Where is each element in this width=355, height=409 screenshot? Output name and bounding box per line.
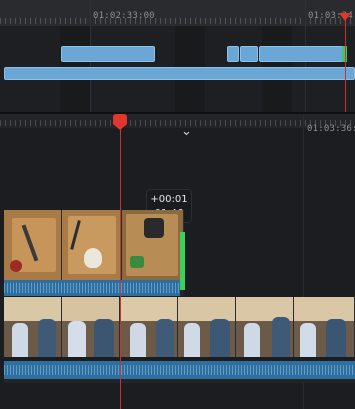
host-person (94, 319, 114, 357)
overview-playhead-marker[interactable] (339, 13, 351, 21)
detail-playhead-handle[interactable] (113, 114, 127, 124)
host-person (68, 321, 86, 357)
detail-timecode: 01:03:36:00 (307, 124, 355, 134)
chevron-down-icon[interactable]: ⌄ (181, 124, 192, 139)
kitchen-shelf (120, 297, 177, 321)
clip-audio-waveform (4, 280, 180, 296)
clip-thumbnail (122, 210, 184, 280)
trim-edge-handle[interactable] (180, 232, 185, 290)
host-person (38, 319, 56, 357)
host-person (300, 323, 316, 357)
detail-timeline[interactable]: 01:03:36:00 ⌄ +00:01 01:46 (0, 114, 355, 409)
host-person (272, 317, 290, 357)
overview-timecode-1: 01:02:33:00 (93, 11, 155, 21)
detail-playhead-marker[interactable] (113, 124, 127, 130)
host-person (12, 323, 28, 357)
host-person (244, 323, 260, 357)
video-clip-cutting-board[interactable] (4, 210, 185, 296)
garlic (84, 248, 102, 268)
clip-thumbnail (62, 210, 122, 280)
overview-clip[interactable] (240, 46, 258, 62)
kitchen-shelf (294, 297, 354, 321)
clip-audio-waveform (4, 361, 355, 379)
clip-thumbnail (178, 297, 236, 357)
overview-clip[interactable] (227, 46, 239, 62)
host-person (210, 319, 230, 357)
clip-thumbnail (62, 297, 120, 357)
host-person (326, 319, 346, 357)
trim-offset: +00:01 (150, 194, 188, 205)
detail-ruler-ticks (0, 120, 355, 126)
clip-thumbnail (4, 210, 62, 280)
clip-thumbnail (4, 297, 62, 357)
overview-audio-clip[interactable] (4, 67, 355, 80)
waveform (4, 283, 180, 293)
host-person (156, 319, 174, 357)
hand (144, 218, 164, 238)
detail-playhead-line (120, 122, 121, 409)
host-person (130, 323, 146, 357)
kitchen-shelf (4, 297, 61, 321)
overview-clip[interactable] (259, 46, 343, 62)
clip-thumbnail (120, 297, 178, 357)
host-person (184, 323, 200, 357)
waveform (4, 365, 355, 375)
overview-ruler-ticks (0, 18, 355, 24)
herbs (130, 256, 144, 268)
tomato (10, 260, 22, 272)
kitchen-shelf (178, 297, 235, 321)
overview-playhead-line (345, 18, 346, 112)
overview-timeline[interactable]: 01:02:33:00 01:03:24 (0, 0, 355, 112)
clip-thumbnail (236, 297, 294, 357)
kitchen-shelf (62, 297, 119, 321)
clip-thumbnail (294, 297, 355, 357)
video-clip-kitchen-hosts[interactable] (4, 297, 355, 383)
overview-clip[interactable] (61, 46, 155, 62)
